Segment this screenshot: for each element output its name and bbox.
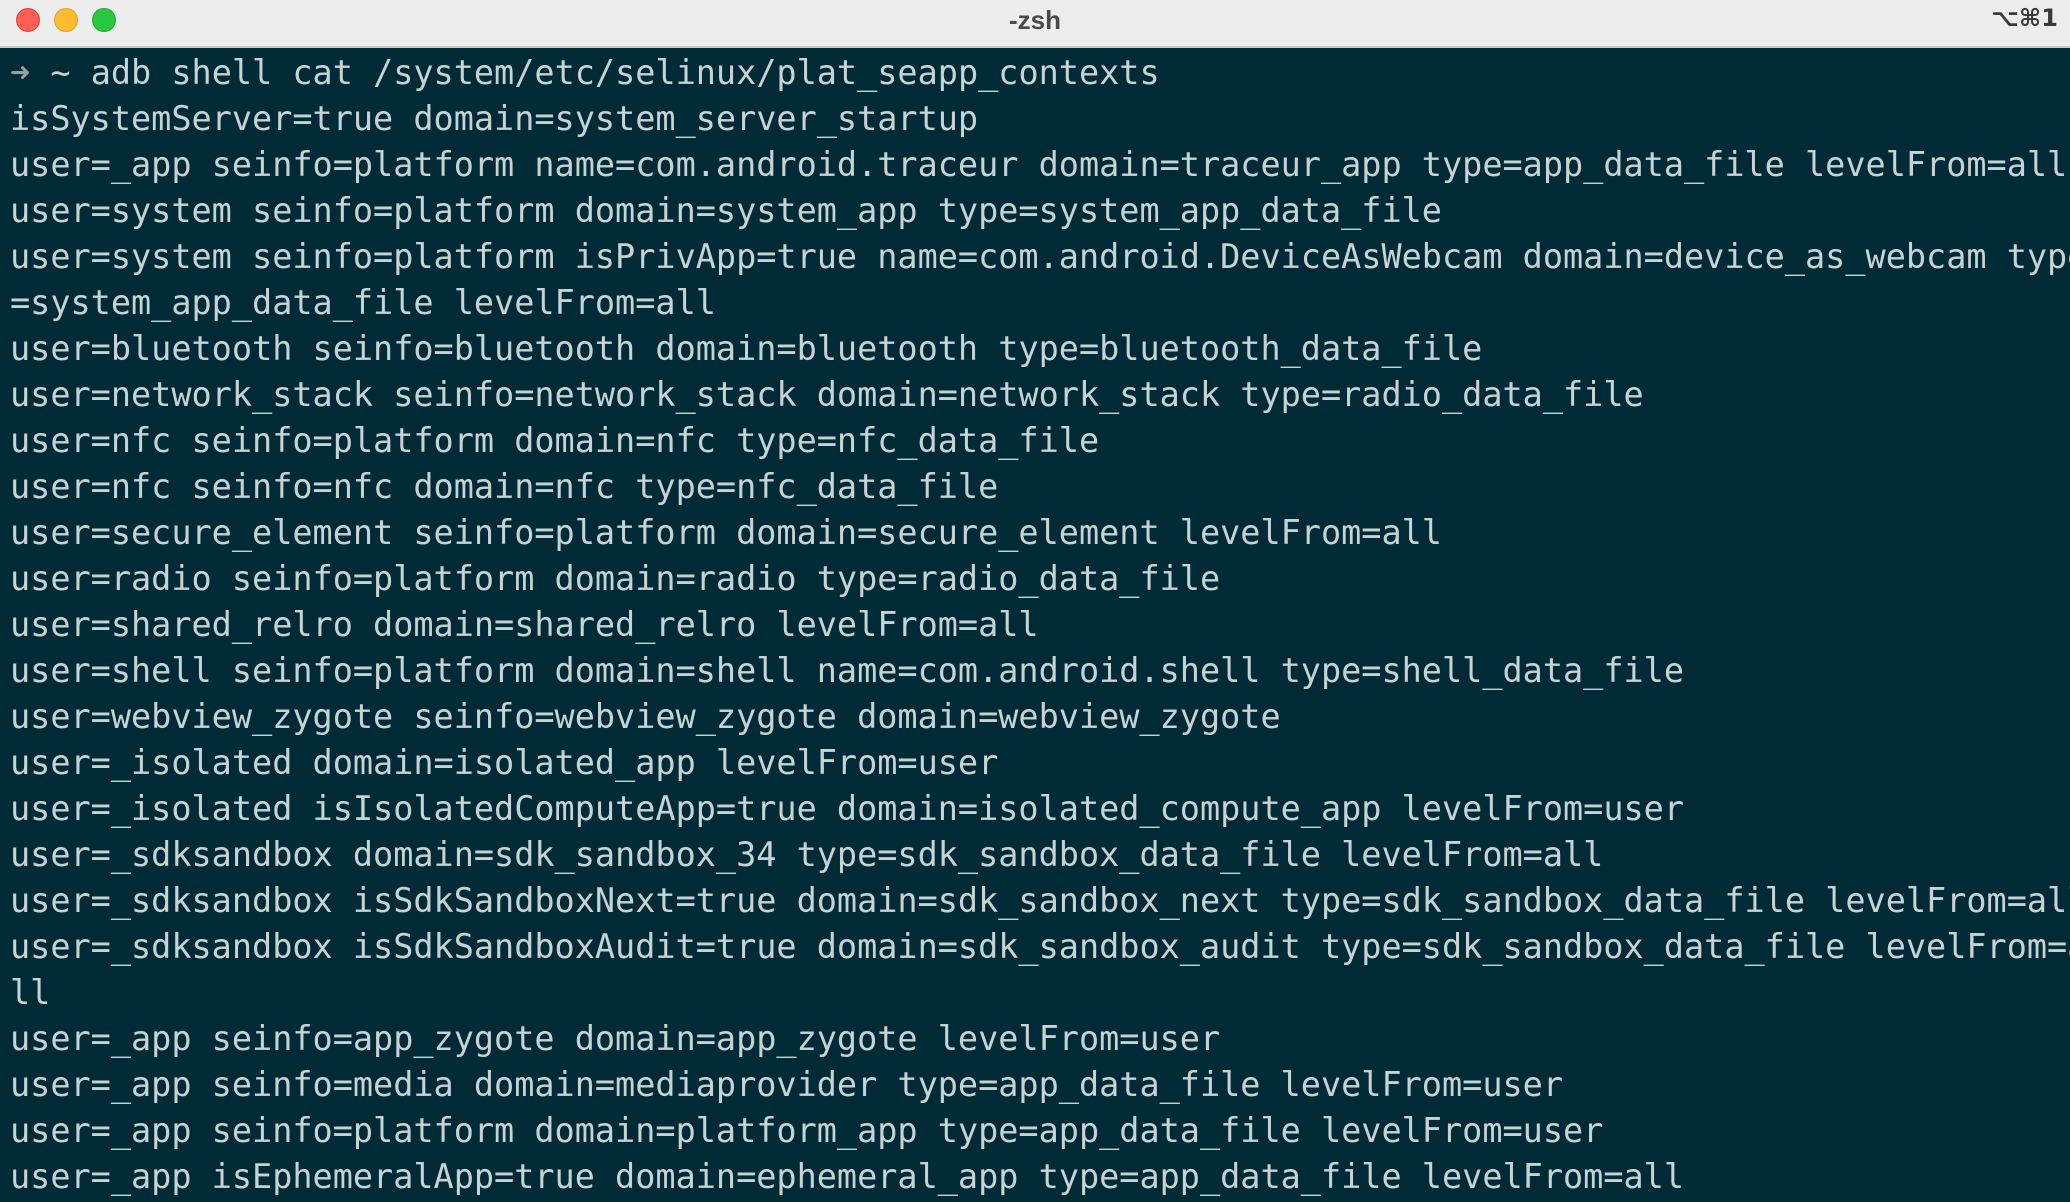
output-line: =system_app_data_file levelFrom=all bbox=[10, 283, 716, 322]
output-line: user=shared_relro domain=shared_relro le… bbox=[10, 605, 1039, 644]
output-line: user=_sdksandbox domain=sdk_sandbox_34 t… bbox=[10, 835, 1604, 874]
output-lines: isSystemServer=true domain=system_server… bbox=[10, 96, 2070, 1200]
output-line: user=_app isEphemeralApp=true domain=eph… bbox=[10, 1157, 1685, 1196]
window-shortcut-label: ⌥⌘1 bbox=[1991, 4, 2058, 32]
output-line: user=system seinfo=platform domain=syste… bbox=[10, 191, 1442, 230]
output-line: user=_isolated isIsolatedComputeApp=true… bbox=[10, 789, 1685, 828]
prompt-line: ➜ ~ adb shell cat /system/etc/selinux/pl… bbox=[10, 50, 2070, 96]
output-line: user=network_stack seinfo=network_stack … bbox=[10, 375, 1644, 414]
output-line: user=shell seinfo=platform domain=shell … bbox=[10, 651, 1685, 690]
prompt-arrow-icon: ➜ bbox=[10, 53, 31, 92]
window-title: -zsh bbox=[1009, 5, 1061, 35]
output-line: user=webview_zygote seinfo=webview_zygot… bbox=[10, 697, 1281, 736]
output-line: user=_app seinfo=media domain=mediaprovi… bbox=[10, 1065, 1563, 1104]
output-line: user=nfc seinfo=nfc domain=nfc type=nfc_… bbox=[10, 467, 999, 506]
output-line: user=system seinfo=platform isPrivApp=tr… bbox=[10, 237, 2070, 276]
output-line: user=_app seinfo=platform name=com.andro… bbox=[10, 145, 2068, 184]
output-line: user=radio seinfo=platform domain=radio … bbox=[10, 559, 1221, 598]
output-line: user=secure_element seinfo=platform doma… bbox=[10, 513, 1442, 552]
output-line: user=_app seinfo=platform domain=platfor… bbox=[10, 1111, 1604, 1150]
terminal-output[interactable]: ➜ ~ adb shell cat /system/etc/selinux/pl… bbox=[0, 50, 2070, 1202]
prompt-cwd: ~ bbox=[30, 53, 91, 92]
output-line: user=_isolated domain=isolated_app level… bbox=[10, 743, 999, 782]
output-line: user=_sdksandbox isSdkSandboxAudit=true … bbox=[10, 927, 2070, 966]
terminal-window: -zsh ⌥⌘1 ➜ ~ adb shell cat /system/etc/s… bbox=[0, 0, 2070, 1202]
output-line: user=nfc seinfo=platform domain=nfc type… bbox=[10, 421, 1100, 460]
output-line: user=_sdksandbox isSdkSandboxNext=true d… bbox=[10, 881, 2070, 920]
command-text: adb shell cat /system/etc/selinux/plat_s… bbox=[90, 53, 1160, 92]
output-line: user=bluetooth seinfo=bluetooth domain=b… bbox=[10, 329, 1483, 368]
title-bar[interactable]: -zsh ⌥⌘1 bbox=[0, 0, 2070, 48]
output-line: user=_app seinfo=app_zygote domain=app_z… bbox=[10, 1019, 1221, 1058]
output-line: isSystemServer=true domain=system_server… bbox=[10, 99, 979, 138]
output-line: ll bbox=[10, 973, 51, 1012]
